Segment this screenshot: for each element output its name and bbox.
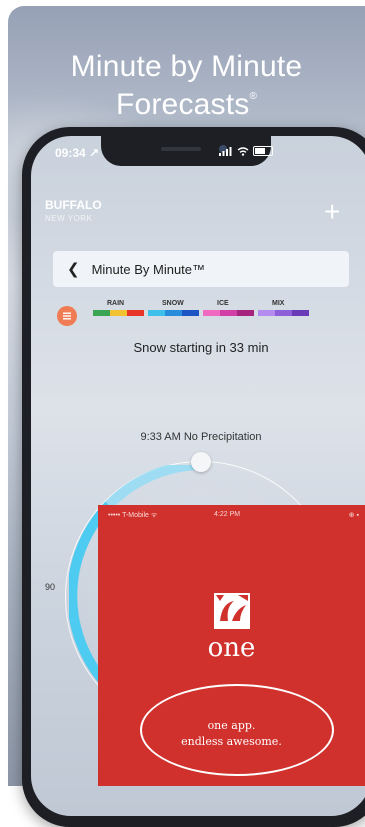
legend-swatch-mix-2 (275, 310, 292, 316)
ad-tagline-line1: one app. (207, 719, 256, 732)
promo-headline-line1: Minute by Minute (70, 50, 303, 83)
legend-label-ice: ICE (217, 300, 229, 307)
status-icons (219, 146, 273, 156)
legend-swatch-rain-3 (127, 310, 144, 316)
legend-swatch-ice-1 (203, 310, 220, 316)
battery-icon (253, 146, 273, 156)
legend-swatch-rain-2 (110, 310, 127, 316)
promo-headline-line2: Forecasts® (8, 84, 365, 121)
status-time: 09:34 ↗ (55, 146, 99, 160)
legend-label-snow: SNOW (162, 300, 184, 307)
dial-minute-label: 90 (45, 582, 56, 592)
layers-icon (63, 312, 71, 320)
legend-swatch-ice-3 (237, 310, 254, 316)
promo-headline-text: Forecasts (115, 88, 250, 121)
ad-status-icons: ⊕ ▪ (348, 512, 359, 519)
legend-swatch-mix-1 (258, 310, 275, 316)
legend-swatch-snow-2 (165, 310, 182, 316)
ad-status-bar: ••••• T-Mobile ᯤ 4:22 PM ⊕ ▪ (98, 505, 365, 525)
legend-swatch-rain-1 (93, 310, 110, 316)
notch-speaker (161, 147, 201, 151)
signal-bars-icon (219, 146, 232, 156)
layer-toggle-button[interactable] (57, 306, 77, 326)
status-time-text: 09:34 (55, 146, 86, 160)
chevron-left-icon[interactable]: ❮ (67, 260, 80, 278)
city-name: BUFFALO (45, 198, 102, 212)
state-name: NEW YORK (45, 214, 93, 223)
chicken-logo-icon (214, 593, 250, 629)
ad-tagline-line2: endless awesome. (181, 735, 282, 748)
wifi-icon (237, 146, 249, 156)
app-promo-card[interactable]: ••••• T-Mobile ᯤ 4:22 PM ⊕ ▪ one one app… (98, 505, 365, 786)
minute-card-header: ❮ Minute By Minute™ (53, 251, 349, 287)
ad-brand-name: one (207, 633, 256, 663)
ad-carrier: ••••• T-Mobile ᯤ (108, 512, 158, 519)
dial-handle[interactable] (191, 452, 211, 472)
precip-legend: RAIN SNOW ICE MIX (93, 300, 313, 330)
legend-label-mix: MIX (272, 300, 285, 307)
precipitation-label: 9:33 AM No Precipitation (140, 431, 262, 443)
legend-swatch-mix-3 (292, 310, 309, 316)
legend-label-rain: RAIN (107, 300, 125, 307)
add-location-button[interactable]: + (324, 198, 340, 226)
snow-message: Snow starting in 33 min (133, 340, 269, 355)
card-title: Minute By Minute™ (91, 261, 206, 277)
ad-time: 4:22 PM (214, 511, 241, 518)
legend-swatch-ice-2 (220, 310, 237, 316)
location-arrow-icon: ↗ (89, 146, 100, 160)
legend-swatch-snow-3 (182, 310, 199, 316)
registered-mark: ® (249, 91, 258, 102)
legend-swatch-snow-1 (148, 310, 165, 316)
